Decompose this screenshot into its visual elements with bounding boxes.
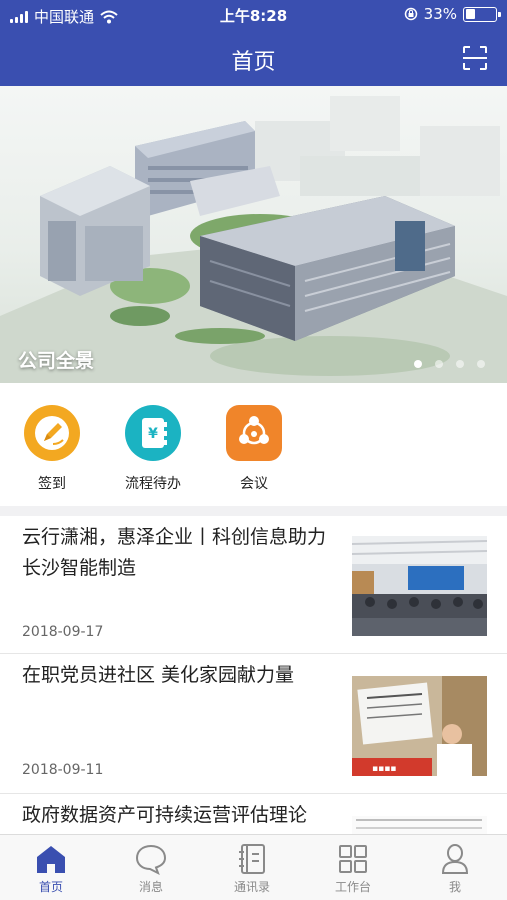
news-list: 云行潇湘，惠泽企业丨科创信息助力长沙智能制造 2018-09-17 在职党员进社… xyxy=(0,516,507,834)
banner-caption: 公司全景 xyxy=(18,350,95,372)
nav-bar: 首页 xyxy=(0,30,507,86)
quick-action-label: 会议 xyxy=(240,476,268,492)
news-item[interactable]: 云行潇湘，惠泽企业丨科创信息助力长沙智能制造 2018-09-17 xyxy=(0,516,507,654)
scan-icon[interactable] xyxy=(461,44,489,72)
carousel-dot-4[interactable] xyxy=(477,360,485,368)
status-right: 33% xyxy=(404,5,501,23)
news-thumbnail: ▪▪▪▪ xyxy=(352,676,487,776)
news-date: 2018-09-17 xyxy=(22,624,104,640)
section-divider xyxy=(0,506,507,516)
grid-icon xyxy=(339,845,367,873)
tab-label: 消息 xyxy=(138,880,163,894)
tab-label: 通讯录 xyxy=(233,880,270,894)
tab-me[interactable]: 我 xyxy=(415,843,495,895)
news-thumbnail xyxy=(352,536,487,636)
news-thumbnail xyxy=(352,816,487,834)
battery-fill xyxy=(465,9,475,19)
news-item[interactable]: 在职党员进社区 美化家园献力量 2018-09-11 ▪▪▪▪ xyxy=(0,654,507,794)
tab-bar: 首页 消息 通讯录 工作台 我 xyxy=(0,834,507,900)
news-title: 云行潇湘，惠泽企业丨科创信息助力长沙智能制造 xyxy=(22,526,327,579)
message-icon xyxy=(135,844,167,875)
news-date: 2018-09-11 xyxy=(22,762,104,778)
banner-carousel[interactable]: 公司全景 xyxy=(0,86,507,383)
news-title: 政府数据资产可持续运营评估理论 xyxy=(22,804,308,826)
quick-actions: 签到 ¥ 流程待办 会议 xyxy=(0,383,507,506)
meeting-icon xyxy=(226,405,282,461)
quick-action-workflow[interactable]: ¥ 流程待办 xyxy=(118,404,188,493)
quick-action-label: 流程待办 xyxy=(125,476,181,492)
quick-action-meeting[interactable]: 会议 xyxy=(219,404,289,493)
battery-percent: 33% xyxy=(423,5,457,23)
carousel-dot-3[interactable] xyxy=(456,360,464,368)
campus-aerial-image xyxy=(0,96,507,383)
battery-icon xyxy=(463,6,501,22)
quick-action-sign-in[interactable]: 签到 xyxy=(17,404,87,493)
contacts-icon xyxy=(239,844,265,874)
person-icon xyxy=(441,844,469,874)
tab-label: 首页 xyxy=(38,880,63,894)
yuan-notebook-icon: ¥ xyxy=(125,405,181,461)
svg-text:¥: ¥ xyxy=(148,426,158,442)
svg-text:▪▪▪▪: ▪▪▪▪ xyxy=(372,764,396,774)
tab-home[interactable]: 首页 xyxy=(11,843,91,895)
page-title: 首页 xyxy=(231,50,276,75)
tab-contacts[interactable]: 通讯录 xyxy=(212,843,292,895)
quick-action-label: 签到 xyxy=(38,476,66,492)
pen-icon xyxy=(24,405,80,461)
tab-messages[interactable]: 消息 xyxy=(111,843,191,895)
carousel-dot-1[interactable] xyxy=(414,360,422,368)
tab-workbench[interactable]: 工作台 xyxy=(313,843,393,895)
home-icon xyxy=(37,846,65,873)
tab-label: 工作台 xyxy=(334,880,371,894)
news-item[interactable]: 政府数据资产可持续运营评估理论 xyxy=(0,794,507,834)
rotation-lock-icon xyxy=(404,7,417,21)
carousel-dots xyxy=(414,360,485,368)
tab-label: 我 xyxy=(448,880,461,894)
status-bar: 中国联通 上午8:28 33% xyxy=(0,0,507,30)
carousel-dot-2[interactable] xyxy=(435,360,443,368)
news-title: 在职党员进社区 美化家园献力量 xyxy=(22,664,295,686)
